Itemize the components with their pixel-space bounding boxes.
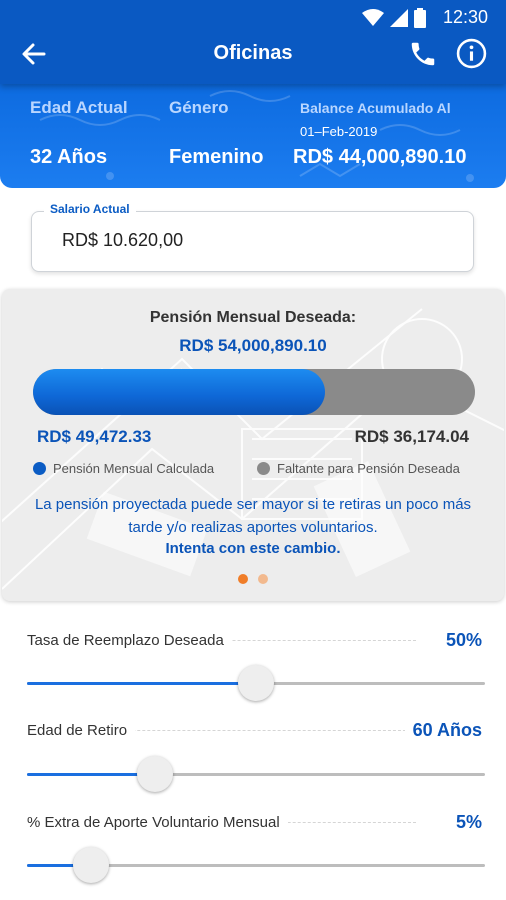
balance-date: 01–Feb-2019 [300,124,378,139]
salary-field [31,211,474,272]
missing-pension-amount: RD$ 36,174.04 [354,427,469,446]
replacement-rate-label: Tasa de Reemplazo Deseada [27,632,232,649]
salary-label: Salario Actual [44,202,136,216]
status-bar: 12:30 [0,0,506,34]
retirement-age-value: 60 Años [404,720,482,741]
app-bar: 12:30 Oficinas [0,0,506,84]
title-bar: Oficinas [0,34,506,74]
signal-icon [390,9,408,27]
pension-card: Pensión Mensual Deseada: RD$ 54,000,890.… [2,289,504,601]
balance-value: RD$ 44,000,890.10 [293,146,467,168]
replacement-rate-value: 50% [437,630,482,651]
pension-progress-bar [33,369,475,415]
replacement-rate-thumb[interactable] [238,665,274,701]
slider-voluntary-contribution: % Extra de Aporte Voluntario Mensual 5% [0,802,506,892]
projection-message: La pensión proyectada puede ser mayor si… [34,496,472,536]
header-panel: 12:30 Oficinas Edad Actual 32 Años Géner… [0,0,506,188]
retirement-age-fill [27,773,155,776]
legend-missing-dot [257,462,270,475]
retirement-age-label: Edad de Retiro [27,722,136,739]
gender-label: Género [169,98,229,117]
balance-label: Balance Acumulado Al [300,100,451,116]
desired-pension-title: Pensión Mensual Deseada: [149,309,357,326]
legend-calculated-label: Pensión Mensual Calculada [53,461,215,476]
voluntary-contribution-value: 5% [447,812,482,833]
voluntary-contribution-label: % Extra de Aporte Voluntario Mensual [27,814,288,831]
age-label: Edad Actual [30,98,128,117]
phone-icon[interactable] [408,39,438,69]
legend-calculated: Pensión Mensual Calculada [33,461,214,476]
legend-calculated-dot [33,462,46,475]
salary-input[interactable] [62,230,442,251]
gender-value: Femenino [169,146,264,168]
desired-pension-amount: RD$ 54,000,890.10 [179,336,327,355]
voluntary-contribution-thumb[interactable] [73,847,109,883]
try-change-link[interactable]: Intenta con este cambio. [2,540,504,557]
retirement-age-track[interactable] [27,773,485,776]
slider-replacement-rate: Tasa de Reemplazo Deseada 50% [0,620,506,710]
replacement-rate-fill [27,682,256,685]
retirement-age-thumb[interactable] [137,756,173,792]
wifi-icon [362,9,384,26]
legend-missing: Faltante para Pensión Deseada [257,461,460,476]
calculated-pension-amount: RD$ 49,472.33 [37,427,152,446]
info-icon[interactable] [456,38,487,69]
card-pager [238,574,268,584]
status-time: 12:30 [442,7,488,27]
battery-icon [414,8,426,28]
age-value: 32 Años [30,146,108,168]
slider-retirement-age: Edad de Retiro 60 Años [0,710,506,800]
status-icons [362,8,426,28]
pager-dot[interactable] [258,574,268,584]
pager-dot-active[interactable] [238,574,248,584]
pension-progress-fill [33,369,325,415]
legend-missing-label: Faltante para Pensión Deseada [277,461,460,476]
